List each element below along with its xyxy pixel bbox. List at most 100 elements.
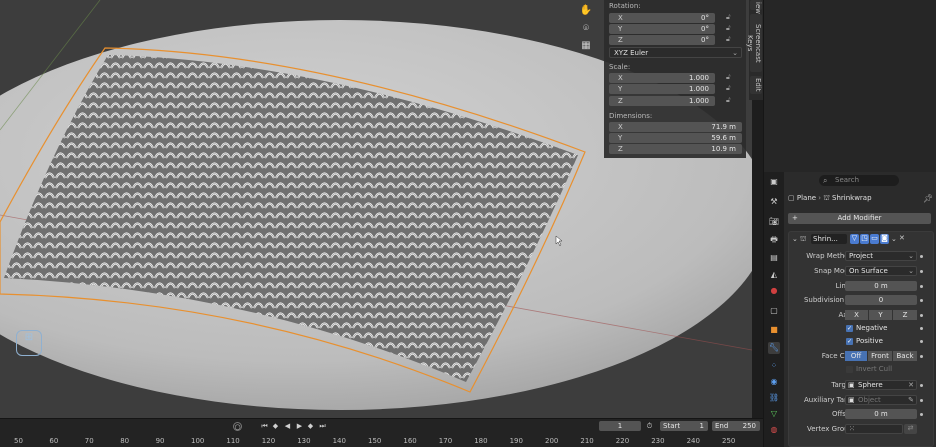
timeline-tick: 120 — [261, 437, 276, 445]
stopwatch-icon[interactable]: ⏱ — [645, 422, 654, 431]
axis-y-toggle[interactable]: Y — [869, 310, 892, 320]
start-frame-field[interactable]: Start 1 — [660, 421, 708, 431]
rotation-y-field[interactable]: Y 0° — [609, 24, 715, 34]
search-input[interactable]: Search — [819, 175, 899, 186]
add-modifier-button[interactable]: + Add Modifier — [788, 213, 931, 224]
grid-icon[interactable]: ▦ — [579, 39, 593, 53]
snap-mode-select[interactable]: On Surface ⌄ — [845, 266, 917, 276]
render-toggle-icon[interactable]: ◙ — [880, 234, 889, 244]
physics-icon[interactable]: ◉ — [768, 376, 780, 388]
scale-x-field[interactable]: X 1.000 — [609, 73, 715, 83]
invert-cull-checkbox[interactable] — [846, 366, 853, 373]
keyframe-dot[interactable] — [920, 299, 923, 302]
chevron-down-icon: ⌄ — [908, 267, 914, 275]
current-frame-field[interactable]: 1 — [599, 421, 641, 431]
editor-type-icon[interactable]: ▣ — [768, 176, 780, 188]
invert-vertex-group-icon[interactable]: ⇄ — [904, 424, 917, 434]
tab-edit[interactable]: Edit — [750, 76, 762, 94]
axis-z-toggle[interactable]: Z — [893, 310, 917, 320]
target-field[interactable]: Sphere ✕ — [845, 380, 917, 390]
data-icon[interactable]: ▽ — [768, 408, 780, 420]
rotation-z-field[interactable]: Z 0° — [609, 35, 715, 45]
auxiliary-target-field[interactable]: Object ✎ — [845, 395, 917, 405]
close-icon[interactable]: ✕ — [899, 234, 905, 242]
keyframe-dot[interactable] — [920, 255, 923, 258]
lock-icon[interactable]: 🔓︎ — [726, 96, 734, 104]
tab-view[interactable]: iew — [750, 0, 762, 14]
face-cull-front-toggle[interactable]: Front — [868, 351, 892, 361]
cage-toggle-icon[interactable]: ◳ — [860, 234, 869, 244]
play-reverse-icon[interactable]: ◀ — [283, 422, 292, 431]
chevron-down-icon: ⌄ — [908, 252, 914, 260]
timeline[interactable]: ○ ⏮ ◆ ◀ ▶ ◆ ⏭ 1 ⏱ Start 1 End 250 50 60 70 80… — [0, 418, 763, 447]
object-icon[interactable]: ■ — [768, 324, 780, 336]
limit-field[interactable]: 0 m — [845, 281, 917, 291]
pin-icon[interactable]: 📌︎ — [923, 194, 933, 203]
vertex-group-field[interactable]: ⁙ — [845, 424, 903, 434]
tool-icon[interactable]: ⚒ — [768, 196, 780, 208]
timeline-tick: 110 — [226, 437, 240, 445]
prev-keyframe-icon[interactable]: ◆ — [271, 422, 280, 431]
collapse-chevron-icon[interactable]: ⌄ — [792, 235, 798, 243]
keyframe-dot[interactable] — [920, 355, 923, 358]
jump-end-icon[interactable]: ⏭ — [318, 422, 327, 431]
scale-z-field[interactable]: Z 1.000 — [609, 96, 715, 106]
end-frame-field[interactable]: End 250 — [712, 421, 760, 431]
viewport-toggle-icon[interactable]: ▭ — [870, 234, 879, 244]
wrap-method-select[interactable]: Project ⌄ — [845, 251, 917, 261]
lock-icon[interactable]: 🔓︎ — [726, 73, 734, 81]
particles-icon[interactable]: ⁘ — [768, 360, 780, 372]
face-cull-off-toggle[interactable]: Off — [845, 351, 867, 361]
lock-icon[interactable]: 🔓︎ — [726, 35, 734, 43]
world-icon[interactable]: ● — [768, 285, 780, 297]
lock-icon[interactable]: 🔓︎ — [726, 13, 734, 21]
wrench-modifier-icon[interactable]: 🔧︎ — [768, 342, 780, 354]
lock-icon[interactable]: 🔓︎ — [726, 84, 734, 92]
positive-checkbox[interactable]: ✓ — [846, 338, 853, 345]
render-icon[interactable]: 📷︎ — [768, 216, 780, 228]
tab-screencast-keys[interactable]: Screencast Keys — [746, 14, 762, 72]
collection-icon[interactable]: ▢ — [768, 305, 780, 317]
modifier-name-field[interactable]: Shrin... — [811, 234, 847, 244]
play-icon[interactable]: ▶ — [295, 422, 304, 431]
next-keyframe-icon[interactable]: ◆ — [306, 422, 315, 431]
keyframe-dot[interactable] — [920, 314, 923, 317]
keyframe-dot[interactable] — [920, 413, 923, 416]
lock-icon[interactable]: 🔓︎ — [726, 24, 734, 32]
mesh-icon: ▣ — [848, 396, 855, 404]
timeline-tick: 80 — [120, 437, 130, 445]
timeline-tick: 190 — [509, 437, 523, 445]
record-icon[interactable]: ○ — [233, 422, 242, 431]
keyframe-dot[interactable] — [920, 327, 923, 330]
output-icon[interactable]: 🖶︎ — [768, 234, 780, 246]
dropdown-chevron-icon[interactable]: ⌄ — [891, 235, 897, 243]
subdivision-field[interactable]: 0 — [845, 295, 917, 305]
keyframe-dot[interactable] — [920, 399, 923, 402]
keyframe-dot[interactable] — [920, 384, 923, 387]
offset-field[interactable]: 0 m — [845, 409, 917, 419]
edit-mode-toggle-icon[interactable]: ▽ — [850, 234, 859, 244]
axis-x-toggle[interactable]: X — [845, 310, 868, 320]
scale-y-field[interactable]: Y 1.000 — [609, 84, 715, 94]
camera-icon[interactable]: ⌾ — [579, 22, 593, 36]
properties-tab-column: ▣ ⚒ 📷︎ 🖶︎ ▤ ◭ ● ▢ ■ 🔧︎ ⁘ ◉ ⛓︎ ▽ ◍ — [764, 172, 784, 447]
material-icon[interactable]: ◍ — [768, 424, 780, 436]
keyframe-dot[interactable] — [920, 270, 923, 273]
rotation-mode-select[interactable]: XYZ Euler ⌄ — [609, 47, 742, 58]
view-layer-icon[interactable]: ▤ — [768, 252, 780, 264]
dimension-y-field[interactable]: Y 59.6 m — [609, 133, 742, 143]
outliner-area — [763, 0, 936, 172]
scene-icon[interactable]: ◭ — [768, 269, 780, 281]
rotation-x-field[interactable]: X 0° — [609, 13, 715, 23]
jump-start-icon[interactable]: ⏮ — [260, 422, 269, 431]
dimension-z-field[interactable]: Z 10.9 m — [609, 144, 742, 154]
timeline-tick: 250 — [722, 437, 736, 445]
timeline-tick: 60 — [49, 437, 59, 445]
keyframe-dot[interactable] — [920, 340, 923, 343]
keyframe-dot[interactable] — [920, 285, 923, 288]
dimension-x-field[interactable]: X 71.9 m — [609, 122, 742, 132]
face-cull-back-toggle[interactable]: Back — [893, 351, 917, 361]
constraints-icon[interactable]: ⛓︎ — [768, 392, 780, 404]
negative-checkbox[interactable]: ✓ — [846, 325, 853, 332]
hand-pan-icon[interactable]: ✋ — [579, 4, 593, 18]
